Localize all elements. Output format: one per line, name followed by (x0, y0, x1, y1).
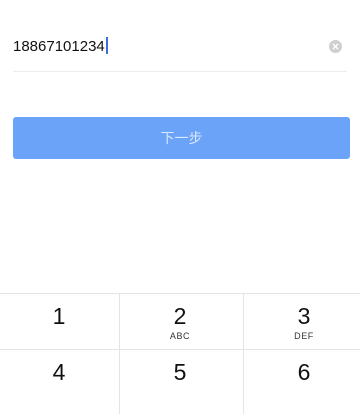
clear-x-glyph (332, 43, 339, 50)
key-digit: 2 (173, 303, 187, 329)
key-digit: 6 (297, 359, 311, 385)
keypad-divider (243, 294, 244, 414)
key-6[interactable]: 6 (245, 350, 360, 405)
key-5[interactable]: 5 (121, 350, 239, 405)
key-letters: ABC (169, 331, 191, 341)
text-caret (105, 37, 108, 54)
key-4[interactable]: 4 (0, 350, 118, 405)
phone-input-row[interactable]: 18867101234 (0, 18, 360, 72)
next-step-label: 下一步 (160, 130, 203, 146)
key-digit: 3 (297, 303, 311, 329)
phone-number-field[interactable]: 18867101234 (13, 37, 108, 56)
key-2[interactable]: 2 ABC (121, 294, 239, 349)
key-digit: 1 (52, 303, 66, 329)
key-digit: 5 (173, 359, 187, 385)
numeric-keypad: 1 2 ABC 3 DEF 4 5 6 (0, 293, 360, 414)
key-3[interactable]: 3 DEF (245, 294, 360, 349)
keypad-divider (119, 294, 120, 414)
phone-number-value: 18867101234 (13, 38, 105, 55)
input-divider (13, 71, 347, 72)
key-digit: 4 (52, 359, 66, 385)
key-letters: DEF (294, 331, 314, 341)
next-step-button[interactable]: 下一步 (13, 117, 350, 159)
key-1[interactable]: 1 (0, 294, 118, 349)
clear-icon[interactable] (329, 40, 342, 53)
